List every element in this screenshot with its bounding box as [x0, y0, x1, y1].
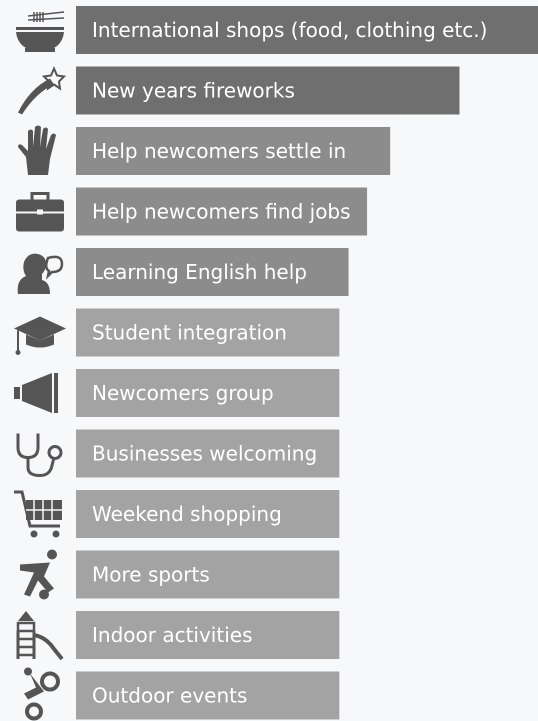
shopping-cart-icon — [14, 490, 62, 538]
bar-label: Newcomers group — [92, 381, 274, 405]
graduation-cap-icon — [14, 316, 66, 355]
bar-label: Help newcomers settle in — [92, 139, 346, 163]
bar-label: More sports — [92, 563, 210, 587]
bar-label: New years fireworks — [92, 79, 295, 103]
speaking-head-icon — [17, 253, 64, 294]
bar-label: Student integration — [92, 321, 287, 345]
bar-label: Indoor activities — [92, 623, 253, 647]
bar-label: Outdoor events — [92, 684, 247, 708]
bar-chart: International shops (food, clothing etc.… — [0, 0, 538, 721]
hand-icon — [18, 125, 56, 175]
noodle-bowl-icon — [16, 11, 65, 52]
bar-label: Businesses welcoming — [92, 442, 317, 466]
shooting-star-icon — [18, 65, 67, 115]
briefcase-icon — [16, 192, 64, 232]
cyclist-icon — [24, 667, 60, 721]
bar-label: International shops (food, clothing etc.… — [92, 18, 487, 42]
chart-canvas: International shops (food, clothing etc.… — [14, 6, 538, 721]
bar-label: Learning English help — [92, 260, 307, 284]
stethoscope-icon — [16, 433, 63, 478]
megaphone-icon — [14, 373, 58, 413]
soccer-player-icon — [20, 549, 57, 600]
bar-label: Weekend shopping — [92, 502, 282, 526]
playground-slide-icon — [16, 611, 64, 661]
bar-label: Help newcomers find jobs — [92, 200, 351, 224]
